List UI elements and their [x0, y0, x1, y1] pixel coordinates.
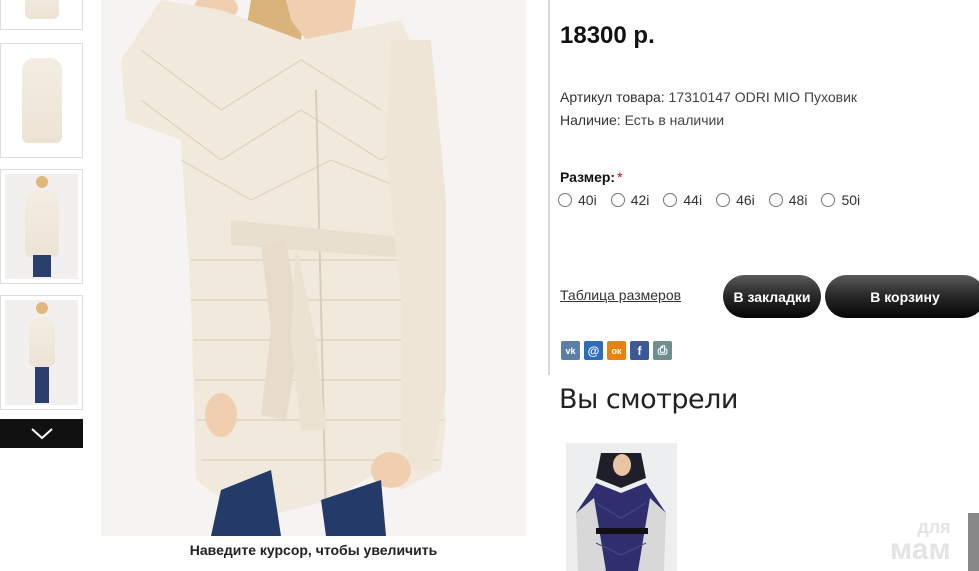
print-icon[interactable]: ⎙: [653, 341, 672, 360]
mail-icon[interactable]: @: [584, 341, 603, 360]
column-divider: [548, 0, 550, 375]
vk-icon[interactable]: vk: [561, 341, 580, 360]
size-option-label: 40i: [578, 192, 597, 208]
radio-button[interactable]: [663, 193, 678, 207]
main-product-image[interactable]: [101, 0, 526, 536]
thumbnail-4[interactable]: [0, 295, 83, 410]
share-icons: vk @ ок f ⎙: [561, 341, 676, 360]
size-label: Размер: *: [560, 169, 623, 185]
thumbnail-3[interactable]: [0, 169, 83, 284]
size-option-48i[interactable]: 48i: [768, 192, 808, 208]
thumbnail-strip: [0, 0, 84, 571]
size-options: 40i 42i 44i 46i 48i 50i: [558, 192, 874, 208]
odnoklassniki-icon[interactable]: ок: [607, 341, 626, 360]
size-label-text: Размер:: [560, 169, 616, 185]
watermark: для мам: [890, 518, 951, 566]
thumbnail-2[interactable]: [0, 43, 83, 158]
size-option-label: 46i: [736, 192, 755, 208]
size-option-46i[interactable]: 46i: [716, 192, 755, 208]
sku-value: 17310147 ODRI MIO Пуховик: [668, 89, 858, 105]
required-mark: *: [617, 169, 623, 185]
size-option-40i[interactable]: 40i: [558, 192, 597, 208]
coat-photo: [101, 0, 526, 536]
sku-line: Артикул товара: 17310147 ODRI MIO Пухови…: [560, 89, 857, 105]
facebook-icon[interactable]: f: [630, 341, 649, 360]
radio-button[interactable]: [610, 193, 625, 207]
radio-button[interactable]: [768, 193, 783, 207]
radio-button[interactable]: [821, 193, 836, 207]
radio-button[interactable]: [558, 193, 572, 207]
availability-value: Есть в наличии: [624, 112, 725, 128]
add-to-cart-button[interactable]: В корзину: [825, 275, 979, 318]
recently-viewed-title: Вы смотрели: [559, 384, 738, 415]
size-table-link[interactable]: Таблица размеров: [560, 287, 681, 303]
size-option-label: 48i: [788, 192, 808, 208]
sku-label: Артикул товара:: [560, 89, 665, 105]
size-option-44i[interactable]: 44i: [663, 192, 702, 208]
radio-button[interactable]: [716, 193, 731, 207]
scroll-to-top-tab[interactable]: [968, 513, 979, 571]
availability-label: Наличие:: [560, 112, 621, 128]
availability-line: Наличие: Есть в наличии: [560, 112, 724, 128]
bookmark-button[interactable]: В закладки: [723, 275, 821, 318]
thumbnail-scroll-down-button[interactable]: [0, 419, 83, 448]
zoom-hint-text: Наведите курсор, чтобы увеличить: [189, 542, 438, 558]
product-price: 18300 р.: [560, 22, 655, 49]
size-option-label: 42i: [630, 192, 650, 208]
watermark-bottom: мам: [890, 533, 951, 566]
chevron-down-icon: [30, 427, 53, 439]
recent-product-photo: [566, 443, 677, 571]
size-option-label: 50i: [841, 192, 861, 208]
recently-viewed-item[interactable]: [566, 443, 677, 571]
size-option-label: 44i: [683, 192, 703, 208]
thumbnail-1[interactable]: [0, 0, 83, 30]
size-option-50i[interactable]: 50i: [821, 192, 860, 208]
size-option-42i[interactable]: 42i: [610, 192, 650, 208]
